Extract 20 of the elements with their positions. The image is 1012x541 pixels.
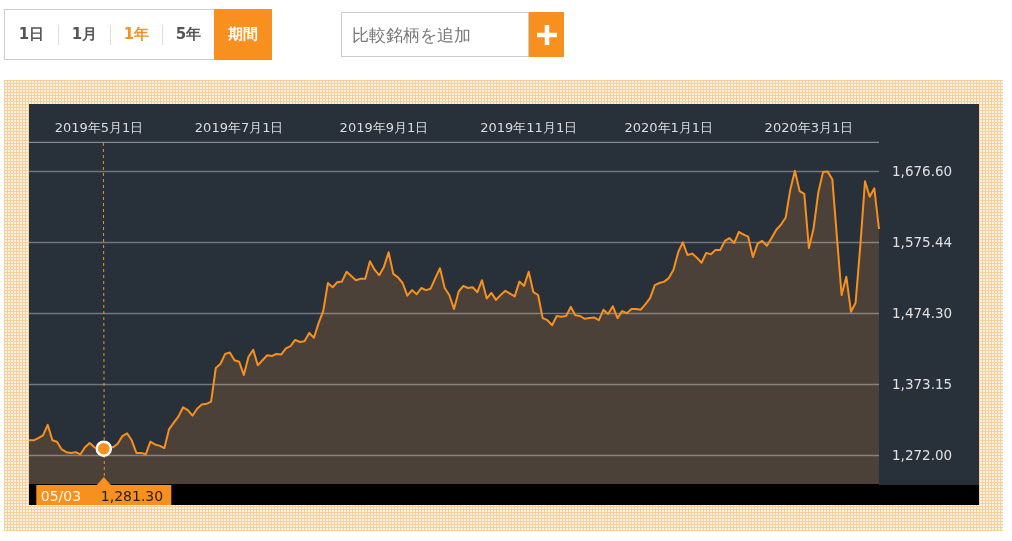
y-axis-label: 1,272.00	[892, 447, 953, 464]
y-axis-label: 1,676.60	[892, 163, 953, 179]
compare-field[interactable]: 比較銘柄を追加	[341, 12, 529, 57]
x-axis-label: 2020年1月1日	[624, 119, 714, 135]
x-axis-label: 2020年3月1日	[764, 119, 854, 135]
tooltip-date: 05/03	[40, 487, 82, 504]
y-axis-label: 1,373.15	[892, 376, 953, 392]
x-axis-label: 2019年9月1日	[339, 119, 429, 135]
add-button[interactable]	[529, 12, 564, 57]
x-axis-label: 2019年11月1日	[480, 119, 578, 135]
tooltip-value: 1,281.30	[100, 487, 164, 504]
y-axis-label: 1,575.44	[892, 234, 953, 250]
x-axis-label: 2019年5月1日	[54, 119, 144, 135]
x-axis-label: 2019年7月1日	[194, 119, 284, 135]
point-marker-icon	[95, 440, 113, 457]
period-tab[interactable]: 5年	[163, 10, 214, 59]
period-tab[interactable]: 1日	[5, 10, 58, 59]
period-tab[interactable]: 1月	[59, 10, 110, 59]
y-axis-label: 1,474.30	[892, 305, 953, 321]
plus-icon	[536, 24, 557, 45]
